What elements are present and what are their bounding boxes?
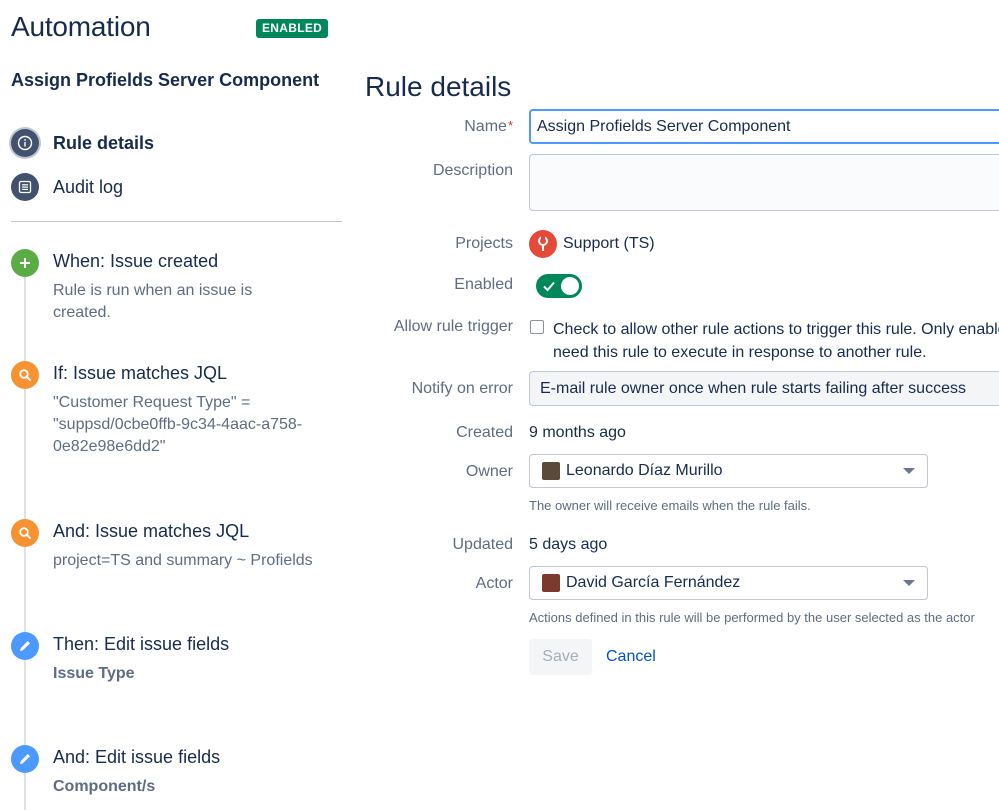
chevron-down-icon	[903, 580, 915, 586]
actor-help-text: Actions defined in this rule will be per…	[529, 610, 975, 625]
created-label: Created	[456, 424, 513, 441]
project-avatar-icon	[529, 230, 557, 258]
component-title: And: Issue matches JQL	[53, 521, 250, 541]
allow-rule-trigger-text-line: need this rule to execute in response to…	[553, 344, 927, 361]
actor-name: David García Fernández	[566, 574, 741, 591]
component-description: project=TS and summary ~ Profields	[53, 552, 313, 569]
rule-component-condition[interactable]: And: Issue matches JQL project=TS and su…	[11, 519, 341, 579]
component-title: Then: Edit issue fields	[53, 634, 230, 654]
owner-help-text: The owner will receive emails when the r…	[529, 498, 811, 513]
created-value: 9 months ago	[529, 424, 626, 441]
component-description: Issue Type	[53, 665, 135, 682]
page-title: Rule details	[365, 71, 512, 102]
name-label-text: Name	[464, 118, 507, 135]
updated-value: 5 days ago	[529, 536, 608, 553]
allow-rule-trigger-text-line: Check to allow other rule actions to tri…	[553, 321, 999, 338]
rule-status-badge: ENABLED	[256, 19, 329, 38]
info-icon	[11, 129, 39, 157]
check-icon	[543, 281, 555, 292]
pencil-icon	[11, 632, 39, 660]
actor-avatar	[542, 574, 560, 592]
component-description: "Customer Request Type" = "suppsd/0cbe0f…	[53, 394, 303, 455]
owner-name: Leonardo Díaz Murillo	[566, 462, 723, 479]
required-icon: *	[507, 118, 513, 133]
project-name: Support (TS)	[563, 235, 655, 252]
rule-component-action[interactable]: And: Edit issue fields Component/s	[11, 745, 341, 805]
component-description: Rule is run when an issue is created.	[53, 282, 253, 321]
allow-rule-trigger-label: Allow rule trigger	[393, 318, 513, 335]
description-field[interactable]	[529, 154, 999, 211]
projects-label: Projects	[455, 235, 513, 252]
updated-label: Updated	[452, 536, 514, 553]
sidebar-item-rule-details[interactable]: Rule details	[11, 128, 154, 158]
component-title: When: Issue created	[53, 251, 219, 271]
pencil-icon	[11, 745, 39, 773]
name-label: Name*	[360, 118, 513, 136]
rule-component-condition[interactable]: If: Issue matches JQL "Customer Request …	[11, 361, 341, 461]
sidebar-item-audit-log[interactable]: Audit log	[11, 172, 123, 202]
cancel-button[interactable]: Cancel	[606, 648, 656, 666]
search-icon	[11, 519, 39, 547]
actor-label: Actor	[475, 575, 513, 592]
owner-avatar	[542, 462, 560, 480]
actor-picker[interactable]: David García Fernández	[529, 566, 928, 600]
owner-picker[interactable]: Leonardo Díaz Murillo	[529, 454, 928, 488]
project-item: Support (TS)	[529, 230, 655, 258]
allow-rule-trigger-text: Check to allow other rule actions to tri…	[553, 318, 999, 364]
enabled-label: Enabled	[454, 276, 513, 293]
enabled-toggle[interactable]	[536, 274, 582, 298]
sidebar-item-label: Audit log	[53, 176, 124, 197]
notify-on-error-label: Notify on error	[411, 380, 513, 397]
rule-component-trigger[interactable]: When: Issue created Rule is run when an …	[11, 249, 341, 321]
name-field[interactable]	[529, 109, 999, 144]
component-description: Component/s	[53, 778, 156, 795]
owner-label: Owner	[465, 463, 513, 480]
description-label: Description	[432, 162, 513, 179]
search-icon	[11, 361, 39, 389]
plus-icon	[11, 249, 39, 277]
app-title: Automation	[11, 11, 151, 42]
component-title: If: Issue matches JQL	[53, 363, 228, 383]
sidebar-divider	[11, 221, 342, 222]
save-button[interactable]: Save	[529, 639, 592, 675]
notify-on-error-select[interactable]: E-mail rule owner once when rule starts …	[529, 371, 999, 406]
list-icon	[11, 173, 39, 201]
allow-rule-trigger-checkbox[interactable]	[530, 320, 544, 334]
component-title: And: Edit issue fields	[53, 747, 221, 767]
sidebar-rule-name: Assign Profields Server Component	[11, 70, 320, 90]
toggle-knob	[561, 277, 579, 295]
chevron-down-icon	[903, 468, 915, 474]
sidebar-item-label: Rule details	[53, 132, 155, 153]
rule-component-action[interactable]: Then: Edit issue fields Issue Type	[11, 632, 341, 692]
